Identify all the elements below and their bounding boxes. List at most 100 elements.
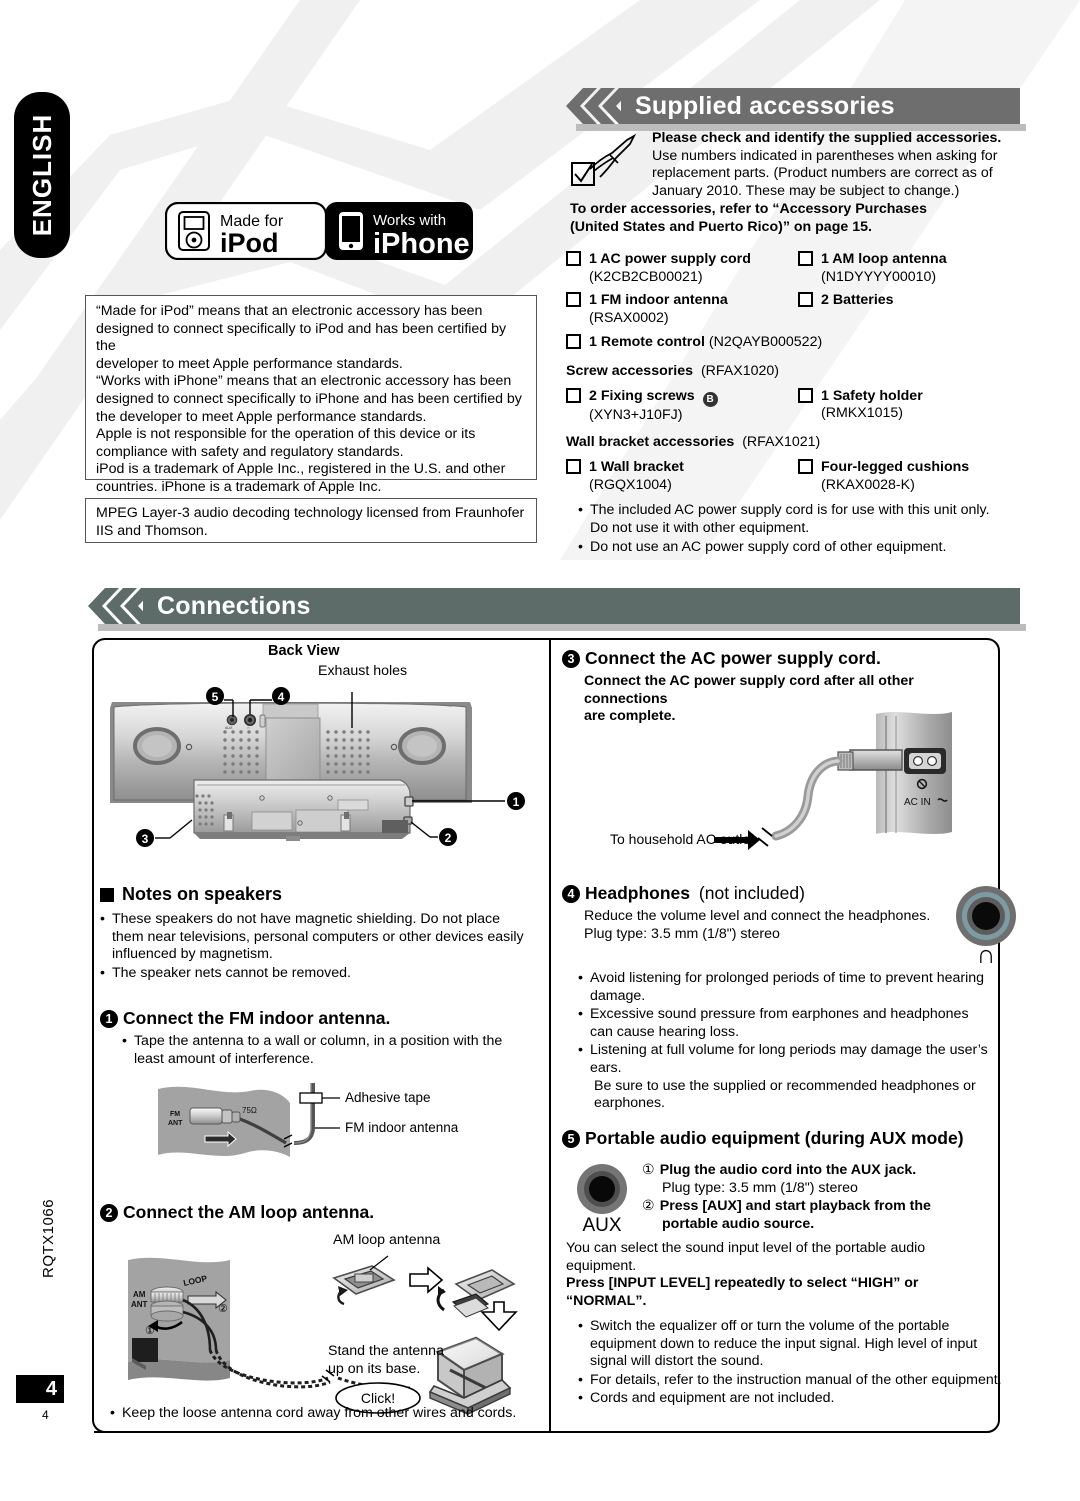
supplied-item[interactable]: Four-legged cushions (RKAX0028-K) — [798, 459, 1026, 494]
aux-bullet: • For details, refer to the instruction … — [578, 1372, 1003, 1390]
exhaust-holes-label: Exhaust holes — [318, 663, 408, 679]
stand-antenna-line: Stand the antenna — [328, 1343, 444, 1359]
aux-jack-icon: AUX — [572, 1163, 638, 1240]
order-accessories-note: To order accessories, refer to “Accessor… — [570, 201, 1020, 236]
step-4-line: Reduce the volume level and connect the … — [584, 908, 931, 924]
supplied-item[interactable]: 1 Safety holder (RMKX1015) — [798, 387, 1026, 425]
headphone-bullet: • Listening at full volume for long peri… — [578, 1042, 1003, 1077]
supplied-intro-line: Use numbers indicated in parentheses whe… — [652, 147, 998, 164]
supplied-item-label: Four-legged cushions — [821, 459, 970, 476]
bullet-icon: • — [578, 970, 583, 986]
step-5-substeps: ① Plug the audio cord into the AUX jack.… — [642, 1162, 1012, 1233]
step-5-portable-audio: 5 Portable audio equipment (during AUX m… — [562, 1128, 1012, 1149]
svg-text:iPhone: iPhone — [373, 228, 470, 260]
step-number-badge: 1 — [100, 1009, 118, 1028]
step-5-substep: ① Plug the audio cord into the AUX jack. — [642, 1162, 1012, 1180]
svg-text:3: 3 — [142, 832, 149, 846]
chevrons-icon — [88, 588, 143, 624]
checkbox-icon[interactable] — [798, 387, 813, 403]
order-line: To order accessories, refer to “Accessor… — [570, 201, 927, 217]
screw-item-label: 2 Fixing screws — [589, 387, 695, 404]
step-5-body-line: equipment. — [566, 1257, 637, 1274]
step-3-sub-line: Connect the AC power supply cord after a… — [584, 673, 914, 707]
works-with-iphone-logo: Works with iPhone — [325, 202, 473, 265]
checkbox-icon[interactable] — [798, 292, 813, 308]
bracket-group-title: Wall bracket accessories — [566, 434, 735, 451]
apple-notice-line: the developer to meet Apple performance … — [96, 408, 427, 425]
supplied-item[interactable]: 2 Batteries — [798, 292, 1026, 327]
substep-bold2: portable audio source. — [662, 1215, 815, 1232]
bullet-icon: • — [578, 539, 583, 556]
supplied-item-label: 1 Safety holder — [821, 387, 923, 404]
check-pencil-icon — [570, 133, 642, 194]
svg-text:Click!: Click! — [361, 1390, 395, 1406]
mpeg-notice-line: MPEG Layer-3 audio decoding technology l… — [96, 505, 525, 521]
supplied-item-label: 1 AM loop antenna — [821, 251, 947, 267]
speaker-note-text: These speakers do not have magnetic shie… — [111, 911, 524, 963]
notes-on-speakers-section: Notes on speakers • These speakers do no… — [100, 884, 540, 982]
svg-text:Adhesive tape: Adhesive tape — [345, 1090, 431, 1105]
supplied-item-remote[interactable]: 1 Remote control (N2QAYB000522) — [566, 334, 1026, 352]
connections-header: Connections — [88, 588, 1026, 631]
apple-notice-line: countries. iPhone is a trademark of Appl… — [96, 478, 382, 495]
step-3-heading: Connect the AC power supply cord. — [585, 648, 881, 668]
screw-badge-b: B — [702, 391, 718, 407]
step-number-badge: 4 — [562, 884, 580, 903]
supplied-item[interactable]: 1 Wall bracket (RGQX1004) — [566, 459, 798, 494]
apple-notice-line: “Works with iPhone” means that an electr… — [96, 373, 512, 390]
aux-bullet-text: Cords and equipment are not included. — [589, 1390, 835, 1407]
step-1-fm-antenna: 1 Connect the FM indoor antenna. • Tape … — [100, 1008, 545, 1068]
checkbox-icon[interactable] — [566, 251, 581, 266]
svg-text:1: 1 — [513, 795, 520, 809]
apple-notice-box: “Made for iPod” means that an electronic… — [85, 295, 537, 495]
headphone-bullet: • Excessive sound pressure from earphone… — [578, 1006, 1003, 1041]
checkbox-icon[interactable] — [566, 334, 581, 350]
checkbox-icon[interactable] — [566, 292, 581, 308]
bullet-icon: • — [122, 1033, 127, 1049]
svg-text:AUX: AUX — [582, 1215, 621, 1235]
apple-notice-line: developer to meet Apple performance stan… — [96, 355, 403, 372]
bracket-group-code: (RFAX1021) — [742, 434, 821, 451]
supplied-item-code: (RGQX1004) — [589, 476, 672, 493]
apple-notice-line: compliance with safety and regulatory st… — [96, 443, 404, 460]
headphone-bullet: • Avoid listening for prolonged periods … — [578, 970, 1003, 1005]
order-line: (United States and Puerto Rico)” on page… — [570, 218, 872, 235]
ac-cord-diagram: AC IN To household AC outlet — [610, 710, 995, 875]
supplied-item-code: (RKAX0028-K) — [821, 476, 915, 493]
checkbox-icon[interactable] — [798, 459, 813, 475]
supplied-item-label: 1 FM indoor antenna — [589, 292, 728, 309]
substep-bold: Plug the audio cord into the AUX jack. — [659, 1162, 917, 1178]
checkbox-icon[interactable] — [566, 459, 581, 475]
stand-antenna-text: Stand the antenna up on its base. — [328, 1342, 444, 1378]
svg-text:ANT: ANT — [168, 1120, 183, 1127]
apple-notice-line: designed to connect specifically to iPod… — [96, 320, 507, 355]
substep-marker: ② — [642, 1198, 655, 1215]
supplied-item[interactable]: 2 Fixing screws B (XYN3+J10FJ) — [566, 387, 798, 425]
chevrons-icon — [566, 88, 621, 124]
supplied-intro-line: replacement parts. (Product numbers are … — [652, 165, 993, 182]
supplied-item[interactable]: 1 FM indoor antenna (RSAX0002) — [566, 292, 798, 327]
step-5-body-bold-line: Press [INPUT LEVEL] repeatedly to select… — [566, 1275, 919, 1292]
document-code: RQTX1066 — [40, 1198, 57, 1278]
step-5-substep: ② Press [AUX] and start playback from th… — [642, 1198, 1012, 1216]
checkbox-icon[interactable] — [566, 387, 581, 403]
headphone-bullet-text: Listening at full volume for long period… — [589, 1042, 988, 1076]
supplied-item-code: (K2CB2CB00021) — [589, 268, 703, 285]
step-4-line: Plug type: 3.5 mm (1/8") stereo — [584, 925, 780, 942]
step-5-heading: Portable audio equipment (during AUX mod… — [585, 1128, 964, 1148]
step-5-bullets: • Switch the equalizer off or turn the v… — [578, 1318, 1003, 1408]
screw-group-code: (RFAX1020) — [700, 362, 780, 379]
supplied-note-text: The included AC power supply cord is for… — [589, 502, 990, 536]
apple-notice-line: iPod is a trademark of Apple Inc., regis… — [96, 461, 506, 478]
svg-text:AUX: AUX — [225, 726, 233, 730]
supplied-item[interactable]: 1 AM loop antenna (N1DYYYY00010) — [798, 251, 1026, 286]
bullet-icon: • — [110, 1405, 115, 1421]
speaker-note-text: The speaker nets cannot be removed. — [111, 964, 351, 981]
remote-label: 1 Remote control — [589, 334, 705, 351]
supplied-item[interactable]: 1 AC power supply cord (K2CB2CB00021) — [566, 251, 798, 286]
substep-bold: Press [AUX] and start playback from the — [659, 1198, 931, 1215]
back-view-diagram: AUX ∩ 5 4 1 2 3 — [100, 660, 550, 880]
remote-code: (N2QAYB000522) — [708, 334, 823, 351]
checkbox-icon[interactable] — [798, 251, 813, 266]
am-loop-antenna-diagram: AM ANT LOOP ① ② Click! — [110, 1250, 540, 1420]
